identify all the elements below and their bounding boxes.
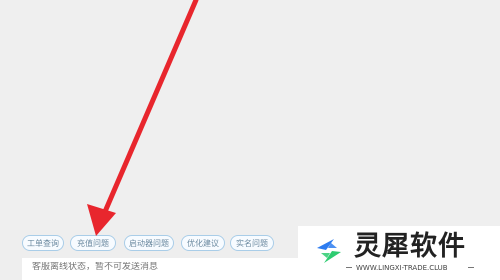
quick-reply-launcher[interactable]: 启动器问题 (124, 235, 174, 251)
message-input[interactable] (32, 262, 292, 272)
watermark-title: 灵犀软件 (354, 231, 466, 262)
chat-message-area (0, 0, 500, 230)
quick-reply-ticket-query[interactable]: 工单查询 (22, 235, 64, 251)
quick-reply-recharge[interactable]: 充值问题 (70, 235, 116, 251)
quick-reply-real-name[interactable]: 实名问题 (230, 235, 274, 251)
watermark-divider-right (468, 267, 474, 268)
watermark: 灵犀软件 WWW.LINGXI-TRADE.CLUB (298, 226, 500, 280)
watermark-divider-left (346, 267, 352, 268)
quick-reply-suggestion[interactable]: 优化建议 (181, 235, 225, 251)
watermark-url: WWW.LINGXI-TRADE.CLUB (356, 264, 448, 272)
lingxi-logo-icon (317, 239, 341, 263)
